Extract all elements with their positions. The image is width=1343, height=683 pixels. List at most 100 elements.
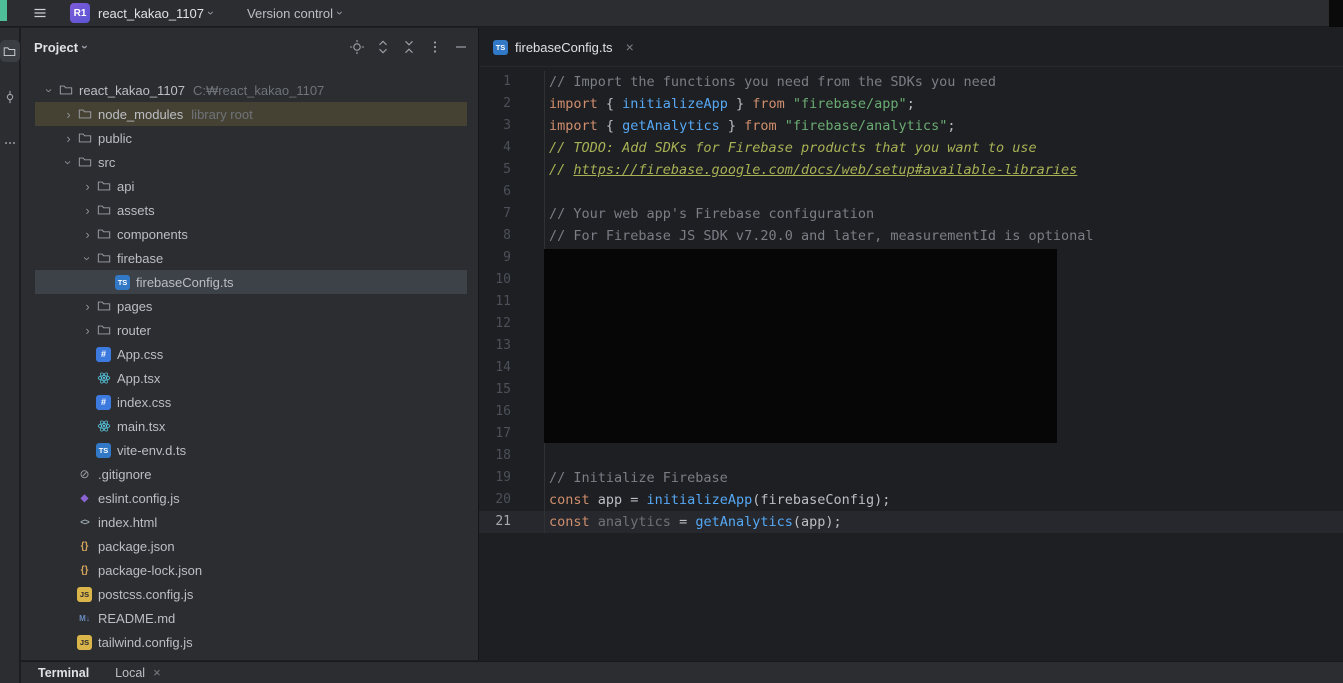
folder-icon	[96, 251, 111, 266]
tree-item-components[interactable]: › components	[21, 222, 478, 246]
tree-item-react_kakao_1107[interactable]: › react_kakao_1107 C:₩react_kakao_1107	[21, 78, 478, 102]
editor-tab-firebaseConfig[interactable]: TS firebaseConfig.ts ×	[493, 39, 634, 55]
code-line-7[interactable]: 7// Your web app's Firebase configuratio…	[479, 203, 1343, 225]
line-number[interactable]: 13	[479, 335, 545, 357]
code-line-2[interactable]: 2 import { initializeApp } from "firebase…	[479, 93, 1343, 115]
chevron-collapsed-icon[interactable]: ›	[79, 203, 96, 218]
chevron-collapsed-icon[interactable]: ›	[60, 107, 77, 122]
tree-item-firebaseConfig.ts[interactable]: TS firebaseConfig.ts	[21, 270, 478, 294]
tree-item-README.md[interactable]: M↓ README.md	[21, 606, 478, 630]
project-badge[interactable]: R1	[70, 3, 90, 23]
project-name-menu[interactable]: react_kakao_1107	[98, 6, 204, 21]
project-panel-title[interactable]: Project ›	[34, 40, 92, 55]
commit-tool-button[interactable]	[0, 86, 20, 108]
line-number[interactable]: 19	[479, 467, 545, 489]
code-view[interactable]: 1// Import the functions you need from t…	[479, 67, 1343, 533]
line-number[interactable]: 6	[479, 181, 545, 203]
tree-item-label: src	[98, 154, 116, 170]
tree-item-package.json[interactable]: {} package.json	[21, 534, 478, 558]
tree-item-node_modules[interactable]: › node_modules library root	[21, 102, 478, 126]
tree-item-api[interactable]: › api	[21, 174, 478, 198]
line-number[interactable]: 14	[479, 357, 545, 379]
close-icon[interactable]: ×	[153, 665, 161, 680]
line-number[interactable]: 8	[479, 225, 545, 247]
tree-item-assets[interactable]: › assets	[21, 198, 478, 222]
code-line-5[interactable]: 5// https://firebase.google.com/docs/web…	[479, 159, 1343, 181]
code-line-4[interactable]: 4// TODO: Add SDKs for Firebase products…	[479, 137, 1343, 159]
line-number[interactable]: 1	[479, 71, 545, 93]
tree-item-eslint.config.js[interactable]: ◆ eslint.config.js	[21, 486, 478, 510]
code-line-20[interactable]: 20 const app = initializeApp(firebaseConf…	[479, 489, 1343, 511]
line-number[interactable]: 12	[479, 313, 545, 335]
close-tab-icon[interactable]: ×	[626, 39, 634, 55]
line-number[interactable]: 5	[479, 159, 545, 181]
code-line-3[interactable]: 3 import { getAnalytics } from "firebase/…	[479, 115, 1343, 137]
line-number[interactable]: 20	[479, 489, 545, 511]
tree-item-pages[interactable]: › pages	[21, 294, 478, 318]
tree-item-App.tsx[interactable]: App.tsx	[21, 366, 478, 390]
chevron-expanded-icon[interactable]: ›	[61, 154, 76, 171]
code-line-18[interactable]: 18	[479, 445, 1343, 467]
line-number[interactable]: 7	[479, 203, 545, 225]
options-icon[interactable]	[427, 39, 443, 55]
more-tool-windows-button[interactable]	[0, 132, 20, 154]
tree-item-postcss.config.js[interactable]: JS postcss.config.js	[21, 582, 478, 606]
code-token: {	[597, 118, 623, 134]
tree-item-.gitignore[interactable]: ⊘ .gitignore	[21, 462, 478, 486]
chevron-collapsed-icon[interactable]: ›	[79, 299, 96, 314]
chevron-collapsed-icon[interactable]: ›	[79, 323, 96, 338]
tree-item-vite-env.d.ts[interactable]: TS vite-env.d.ts	[21, 438, 478, 462]
tree-item-router[interactable]: › router	[21, 318, 478, 342]
tree-item-index.css[interactable]: # index.css	[21, 390, 478, 414]
code-line-1[interactable]: 1// Import the functions you need from t…	[479, 71, 1343, 93]
code-token: {	[597, 96, 623, 112]
line-number[interactable]: 3	[479, 115, 545, 137]
line-number[interactable]: 18	[479, 445, 545, 467]
code-token: const	[549, 514, 590, 530]
code-token: getAnalytics	[695, 514, 793, 530]
code-line-8[interactable]: 8// For Firebase JS SDK v7.20.0 and late…	[479, 225, 1343, 247]
chevron-collapsed-icon[interactable]: ›	[60, 131, 77, 146]
tree-item-main.tsx[interactable]: main.tsx	[21, 414, 478, 438]
line-number[interactable]: 9	[479, 247, 545, 269]
hide-icon[interactable]	[453, 39, 469, 55]
tree-item-firebase[interactable]: › firebase	[21, 246, 478, 270]
version-control-menu[interactable]: Version control ›	[247, 5, 347, 21]
tree-item-index.html[interactable]: <> index.html	[21, 510, 478, 534]
tree-item-tailwind.config.js[interactable]: JS tailwind.config.js	[21, 630, 478, 654]
tree-item-App.css[interactable]: # App.css	[21, 342, 478, 366]
terminal-tool-label[interactable]: Terminal	[38, 666, 89, 680]
line-number[interactable]: 4	[479, 137, 545, 159]
code-line-19[interactable]: 19// Initialize Firebase	[479, 467, 1343, 489]
code-token: }	[727, 96, 753, 112]
line-number[interactable]: 11	[479, 291, 545, 313]
select-opened-file-icon[interactable]	[349, 39, 365, 55]
chevron-expanded-icon[interactable]: ›	[42, 82, 57, 99]
version-control-label: Version control	[247, 5, 334, 21]
react-icon	[96, 419, 111, 434]
chevron-expanded-icon[interactable]: ›	[80, 250, 95, 267]
tree-item-public[interactable]: › public	[21, 126, 478, 150]
line-number[interactable]: 2	[479, 93, 545, 115]
line-number[interactable]: 16	[479, 401, 545, 423]
hamburger-menu-icon[interactable]	[32, 5, 48, 21]
terminal-tab-local[interactable]: Local ×	[115, 665, 160, 680]
editor-tab-label: firebaseConfig.ts	[515, 39, 613, 55]
tool-window-strip	[0, 28, 20, 683]
collapse-all-icon[interactable]	[401, 39, 417, 55]
code-token: https://firebase.google.com/docs/web/set…	[573, 162, 1078, 178]
line-number[interactable]: 15	[479, 379, 545, 401]
line-number[interactable]: 17	[479, 423, 545, 445]
line-number[interactable]: 21	[479, 511, 545, 533]
chevron-collapsed-icon[interactable]: ›	[79, 227, 96, 242]
code-token: =	[670, 514, 696, 530]
chevron-collapsed-icon[interactable]: ›	[79, 179, 96, 194]
code-line-21[interactable]: 21 const analytics = getAnalytics(app);	[479, 511, 1343, 533]
tree-item-package-lock.json[interactable]: {} package-lock.json	[21, 558, 478, 582]
expand-all-icon[interactable]	[375, 39, 391, 55]
project-tool-button[interactable]	[0, 40, 20, 62]
tree-item-src[interactable]: › src	[21, 150, 478, 174]
code-line-6[interactable]: 6	[479, 181, 1343, 203]
line-number[interactable]: 10	[479, 269, 545, 291]
